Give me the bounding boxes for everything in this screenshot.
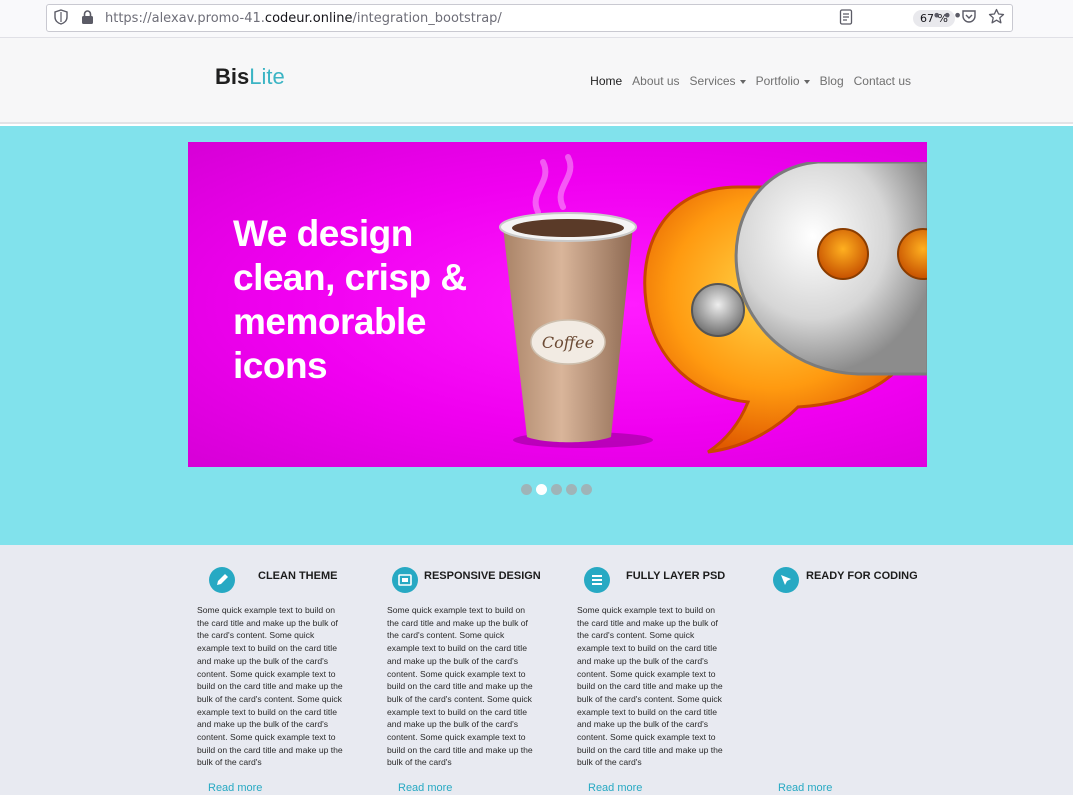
coffee-cup-illustration: Coffee [499,154,653,448]
nav-services[interactable]: Services [690,74,746,88]
browser-toolbar: https://alexav.promo-41.codeur.online/in… [0,0,1073,38]
chat-bubbles-illustration [643,162,927,454]
nav-portfolio[interactable]: Portfolio [756,74,810,88]
read-more-link[interactable]: Read more [208,782,262,794]
nav-blog[interactable]: Blog [820,74,844,88]
shield-icon[interactable] [54,9,68,29]
hero-headline: We design clean, crisp & memorable icons [233,213,467,386]
nav-contact[interactable]: Contact us [854,74,911,88]
read-more-link[interactable]: Read more [588,782,642,794]
feature-text: Some quick example text to build on the … [577,605,723,768]
layers-icon [584,567,610,593]
address-bar[interactable]: https://alexav.promo-41.codeur.online/in… [46,4,1013,32]
url-domain: codeur.online [264,11,353,26]
chevron-down-icon [803,79,810,84]
logo-bold-text: Bis [215,64,250,89]
carousel-dot-5[interactable] [581,484,592,495]
carousel-dot-3[interactable] [551,484,562,495]
carousel-dot-2[interactable] [536,484,547,495]
nav-portfolio-label: Portfolio [755,74,800,88]
features-section: CLEAN THEME Some quick example text to b… [0,545,1073,795]
url-prefix: https://alexav.promo-41. [105,11,265,26]
reader-view-icon[interactable] [839,9,853,29]
read-more-link[interactable]: Read more [398,782,452,794]
feature-title: RESPONSIVE DESIGN [424,570,541,582]
feature-text: Some quick example text to build on the … [387,605,533,768]
nav-home[interactable]: Home [590,74,622,88]
main-nav: Home About us Services Portfolio Blog Co… [590,74,911,88]
feature-text: Some quick example text to build on the … [197,605,343,768]
nav-about[interactable]: About us [632,74,679,88]
carousel-dot-4[interactable] [566,484,577,495]
url-path: /integration_bootstrap/ [352,11,502,26]
cursor-icon [773,567,799,593]
feature-title: CLEAN THEME [258,570,338,582]
logo-light-text: Lite [249,64,285,89]
pocket-icon[interactable] [961,9,977,29]
lock-icon[interactable] [81,9,94,29]
hero-banner: We design clean, crisp & memorable icons [188,142,927,467]
site-header: BisLite Home About us Services Portfolio… [0,38,1073,124]
carousel-indicators [521,484,592,495]
more-options-icon[interactable]: ••• [932,6,963,25]
pencil-icon [209,567,235,593]
feature-title: READY FOR CODING [806,570,918,582]
site-logo[interactable]: BisLite [215,64,285,90]
read-more-link[interactable]: Read more [778,782,832,794]
carousel-dot-1[interactable] [521,484,532,495]
chevron-down-icon [739,79,746,84]
cup-label: Coffee [542,333,594,352]
responsive-icon [392,567,418,593]
hero-section: We design clean, crisp & memorable icons [0,126,1073,545]
bookmark-star-icon[interactable] [988,8,1005,29]
url-text[interactable]: https://alexav.promo-41.codeur.online/in… [105,11,502,26]
feature-title: FULLY LAYER PSD [626,570,726,582]
nav-services-label: Services [689,74,736,88]
